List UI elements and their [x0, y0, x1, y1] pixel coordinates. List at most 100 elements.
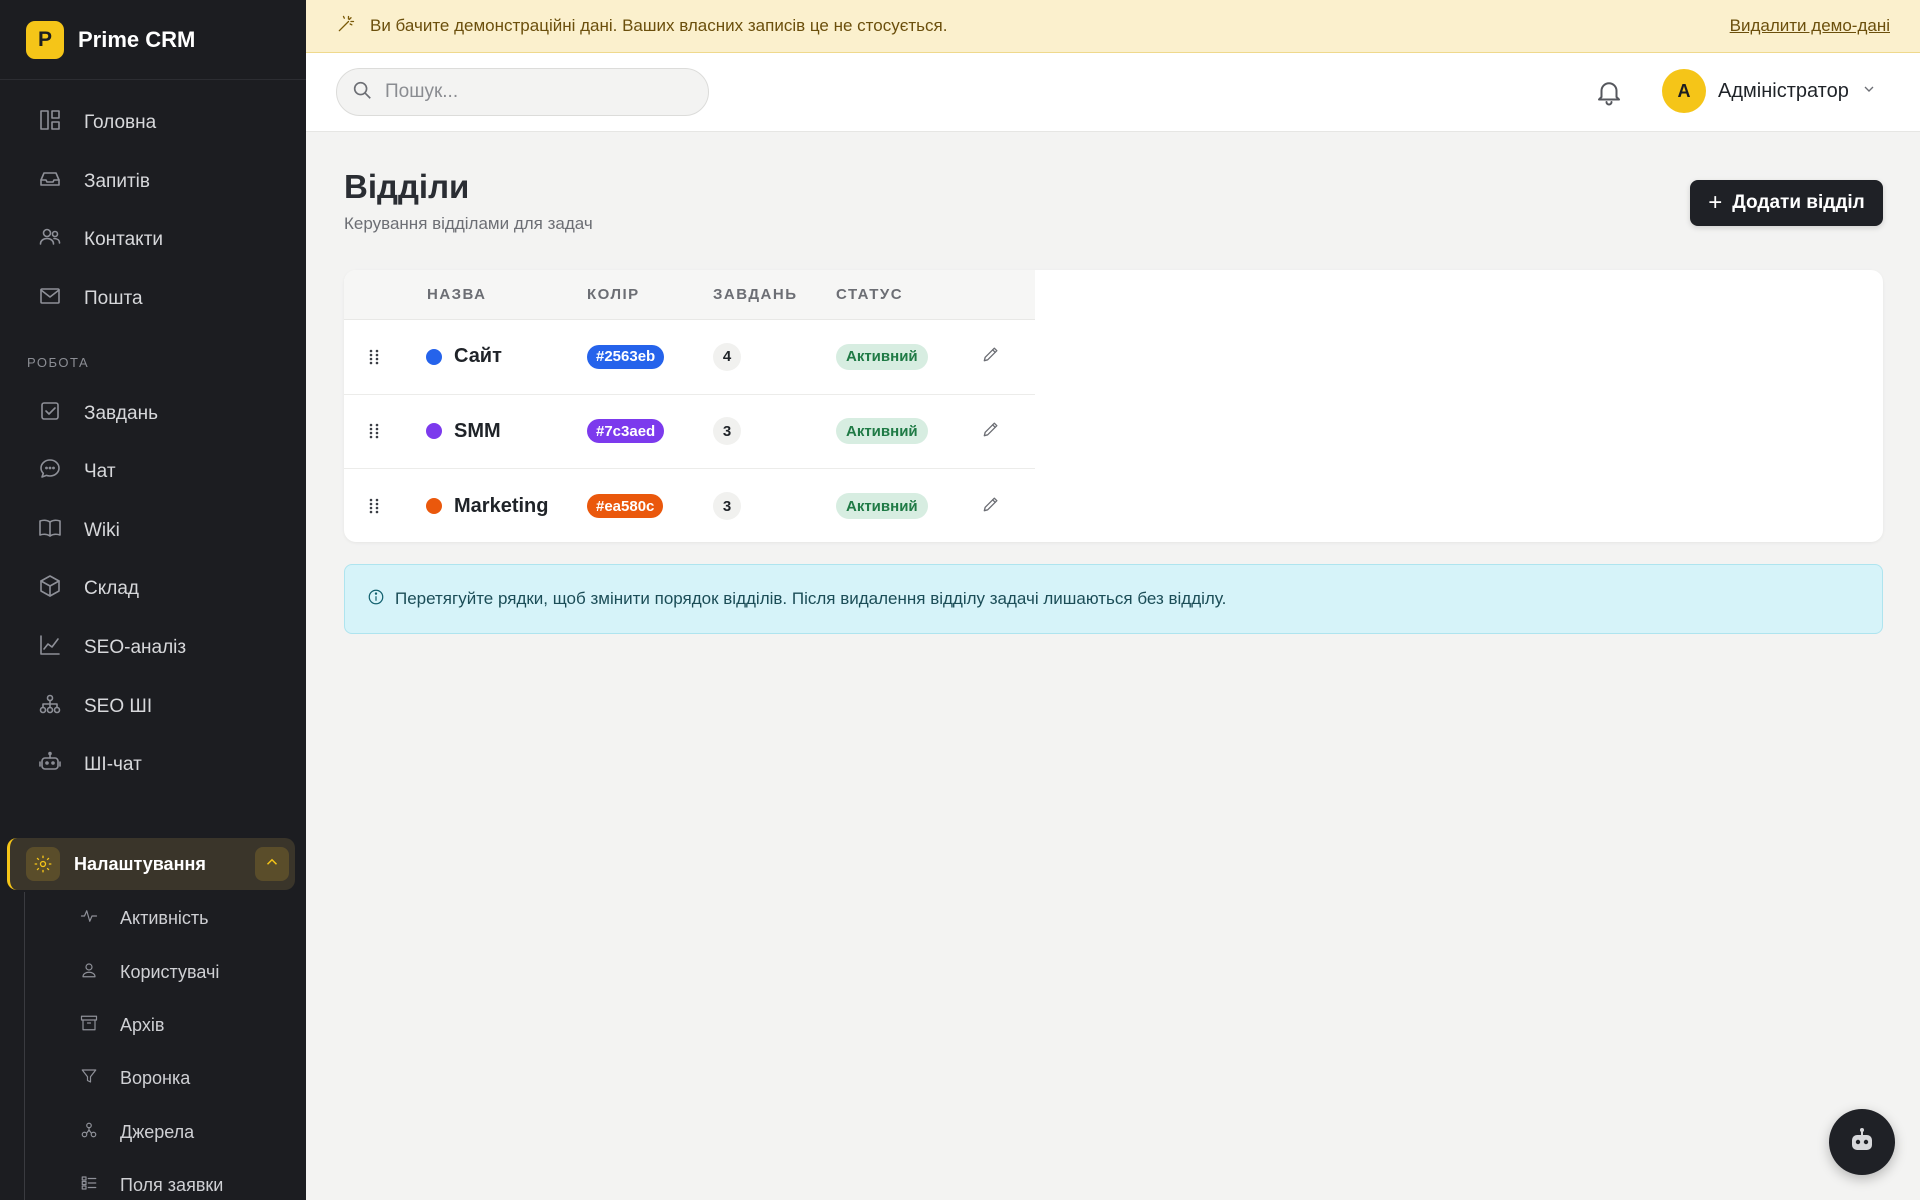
chart-line-icon	[38, 633, 62, 663]
drag-handle-icon[interactable]	[368, 395, 384, 469]
sidebar-item-home[interactable]: Головна	[0, 94, 306, 153]
user-name: Адміністратор	[1718, 79, 1849, 102]
sidebar-item-warehouse[interactable]: Склад	[0, 560, 306, 619]
ai-assistant-button[interactable]	[1829, 1109, 1895, 1175]
robot-icon	[38, 750, 62, 780]
sidebar-item-seo-ai[interactable]: SEO ШІ	[0, 677, 306, 736]
tasks-cell: 4	[713, 320, 741, 394]
color-badge: #7c3aed	[587, 419, 665, 444]
robot-icon	[1846, 1124, 1878, 1161]
status-badge: Активний	[836, 418, 928, 445]
sidebar-item-contacts[interactable]: Контакти	[0, 211, 306, 270]
info-icon	[367, 588, 385, 611]
edit-button[interactable]	[981, 395, 1001, 469]
gear-icon	[26, 847, 60, 881]
color-badge: #2563eb	[587, 344, 665, 369]
sidebar-item-wiki[interactable]: Wiki	[0, 502, 306, 561]
remove-demo-data-link[interactable]: Видалити демо-дані	[1730, 16, 1890, 36]
drag-handle-icon[interactable]	[368, 469, 384, 542]
sidebar-item-label: Склад	[84, 578, 139, 600]
sidebar: P Prime CRM Головна Запитів Контакти Пош…	[0, 0, 306, 1200]
column-header-tasks: ЗАВДАНЬ	[713, 286, 798, 303]
drag-handle-icon[interactable]	[368, 320, 384, 394]
column-header-name: НАЗВА	[427, 286, 487, 303]
settings-subnav: Активність Користувачі Архів Воронка Дже…	[0, 892, 306, 1200]
color-cell: #2563eb	[587, 320, 665, 394]
collapse-settings-button[interactable]	[255, 847, 289, 881]
brand-name: Prime CRM	[78, 26, 196, 52]
department-name: Marketing	[454, 494, 549, 517]
task-count: 4	[713, 342, 741, 371]
main-nav: Головна Запитів Контакти Пошта РОБОТА За…	[0, 80, 306, 795]
pencil-icon	[981, 419, 1001, 444]
edit-button[interactable]	[981, 469, 1001, 542]
tasks-cell: 3	[713, 469, 741, 542]
network-icon	[38, 692, 62, 722]
department-name: SMM	[454, 419, 501, 442]
sidebar-item-mail[interactable]: Пошта	[0, 270, 306, 329]
subitem-label: Архів	[120, 1014, 165, 1035]
sidebar-item-label: SEO-аналіз	[84, 637, 187, 659]
checkbox-icon	[38, 399, 62, 429]
table-header: НАЗВА КОЛІР ЗАВДАНЬ СТАТУС	[344, 270, 1035, 320]
top-header: А Адміністратор	[306, 53, 1920, 132]
pencil-icon	[981, 494, 1001, 519]
avatar: А	[1662, 69, 1706, 113]
color-dot	[426, 423, 442, 440]
sidebar-subitem-sources[interactable]: Джерела	[0, 1106, 306, 1159]
sidebar-item-label: Пошта	[84, 288, 143, 310]
sidebar-item-label: Запитів	[84, 170, 150, 192]
sidebar-subitem-funnel[interactable]: Воронка	[0, 1052, 306, 1105]
sidebar-item-label: SEO ШІ	[84, 695, 153, 717]
brand-logo: P	[26, 20, 64, 59]
name-cell: Marketing	[426, 469, 548, 542]
sidebar-item-label: Контакти	[84, 229, 164, 251]
add-department-button[interactable]: + Додати відділ	[1690, 180, 1883, 226]
inbox-icon	[38, 167, 62, 197]
sources-icon	[80, 1121, 98, 1144]
brand[interactable]: P Prime CRM	[0, 0, 306, 80]
status-badge: Активний	[836, 343, 928, 370]
table-row[interactable]: Сайт #2563eb 4 Активний	[344, 320, 1035, 395]
notifications-button[interactable]	[1594, 77, 1624, 107]
sidebar-item-label: Головна	[84, 112, 157, 134]
color-dot	[426, 498, 442, 515]
subitem-label: Воронка	[120, 1068, 191, 1089]
demo-banner-text: Ви бачите демонстраційні дані. Ваших вла…	[370, 16, 948, 35]
sidebar-subitem-users[interactable]: Користувачі	[0, 945, 306, 998]
edit-button[interactable]	[981, 320, 1001, 394]
departments-card: НАЗВА КОЛІР ЗАВДАНЬ СТАТУС Сайт #2563eb …	[344, 270, 1883, 542]
section-label-work: РОБОТА	[27, 354, 90, 370]
table-row[interactable]: SMM #7c3aed 3 Активний	[344, 395, 1035, 470]
departments-table: НАЗВА КОЛІР ЗАВДАНЬ СТАТУС Сайт #2563eb …	[344, 270, 1035, 542]
subnav-divider	[24, 892, 25, 1200]
magic-wand-icon	[336, 14, 356, 39]
status-badge: Активний	[836, 493, 928, 520]
book-icon	[38, 516, 62, 546]
name-cell: SMM	[426, 395, 501, 469]
sidebar-item-seo-analysis[interactable]: SEO-аналіз	[0, 619, 306, 678]
sidebar-item-tasks[interactable]: Завдань	[0, 384, 306, 443]
fields-icon	[80, 1174, 98, 1197]
sidebar-item-settings[interactable]: Налаштування	[7, 838, 295, 890]
pencil-icon	[981, 344, 1001, 369]
sidebar-item-chat[interactable]: Чат	[0, 443, 306, 502]
box-icon	[38, 574, 62, 604]
sidebar-subitem-archive[interactable]: Архів	[0, 999, 306, 1052]
activity-icon	[80, 907, 98, 930]
sidebar-subitem-request-fields[interactable]: Поля заявки	[0, 1159, 306, 1200]
dashboard-icon	[38, 108, 62, 138]
user-menu[interactable]: А Адміністратор	[1662, 69, 1877, 113]
search-input[interactable]	[385, 81, 685, 103]
sidebar-subitem-activity[interactable]: Активність	[0, 892, 306, 945]
sidebar-item-ai-chat[interactable]: ШІ-чат	[0, 736, 306, 795]
subitem-label: Джерела	[120, 1121, 195, 1142]
page-title: Відділи	[344, 168, 470, 205]
chevron-up-icon	[263, 853, 281, 876]
color-badge: #ea580c	[587, 494, 664, 519]
sidebar-item-label: Завдань	[84, 402, 158, 424]
table-row[interactable]: Marketing #ea580c 3 Активний	[344, 469, 1035, 542]
add-department-label: Додати відділ	[1732, 192, 1865, 213]
sidebar-item-requests[interactable]: Запитів	[0, 153, 306, 212]
demo-banner: Ви бачите демонстраційні дані. Ваших вла…	[306, 0, 1920, 53]
